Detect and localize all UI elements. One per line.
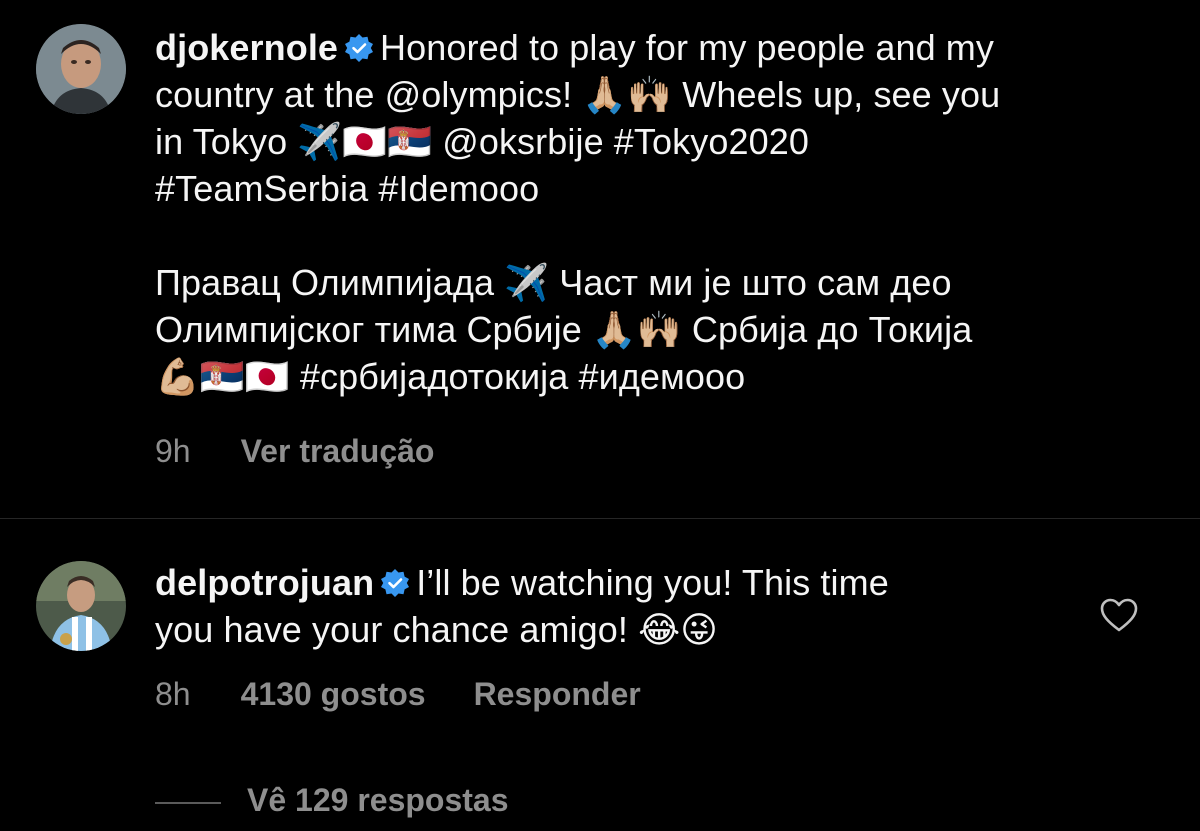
likes-count-link[interactable]: 4130 gostos [241,676,426,713]
translate-link[interactable]: Ver tradução [241,433,435,470]
comment-timestamp: 8h [155,676,191,712]
post-timestamp: 9h [155,433,191,469]
caption-line-5 [155,212,1000,259]
caption-line-4: #TeamSerbia #Idemooo [155,168,540,209]
post-caption: djokernole Honored to play for my people … [155,24,1000,400]
comment-line-1: delpotrojuan I’ll be watching you! This t… [155,559,889,606]
caption-line-2: country at the @olympics! 🙏🏼🙌🏼 Wheels up… [155,74,1001,115]
comment-username[interactable]: delpotrojuan [155,562,374,603]
caption-text-1: Honored to play for my people and my [380,27,994,68]
post-meta: 9h Ver tradução [155,433,482,470]
post-username[interactable]: djokernole [155,27,338,68]
comment-line-2: you have your chance amigo! 😂😜 [155,609,718,650]
view-replies-label: Vê 129 respostas [247,782,509,818]
comment-text-1: I’ll be watching you! This time [416,562,889,603]
comment-body: delpotrojuan I’ll be watching you! This t… [155,559,889,653]
caption-line-6: Правац Олимпијада ✈️ Част ми је што сам … [155,262,952,303]
view-replies-button[interactable]: Vê 129 respostas [155,782,509,819]
replies-divider-line [155,801,221,804]
comment-meta: 8h 4130 gostos Responder [155,676,689,713]
heart-outline-icon[interactable] [1099,597,1139,633]
divider [0,518,1200,519]
caption-line-8: 💪🏼🇷🇸🇯🇵 #србијадотокија #идемооо [155,356,746,397]
caption-line-1: djokernole Honored to play for my people … [155,24,1000,71]
reply-button[interactable]: Responder [474,676,641,713]
profile-photo-icon [36,24,126,114]
avatar-djokernole[interactable] [36,24,126,114]
verified-badge-icon [380,568,410,598]
verified-badge-icon [344,33,374,63]
caption-line-7: Олимпијског тима Србије 🙏🏼🙌🏼 Србија до Т… [155,309,973,350]
caption-line-3: in Tokyo ✈️🇯🇵🇷🇸 @oksrbije #Tokyo2020 [155,121,809,162]
profile-photo-icon [36,561,126,651]
avatar-delpotrojuan[interactable] [36,561,126,651]
